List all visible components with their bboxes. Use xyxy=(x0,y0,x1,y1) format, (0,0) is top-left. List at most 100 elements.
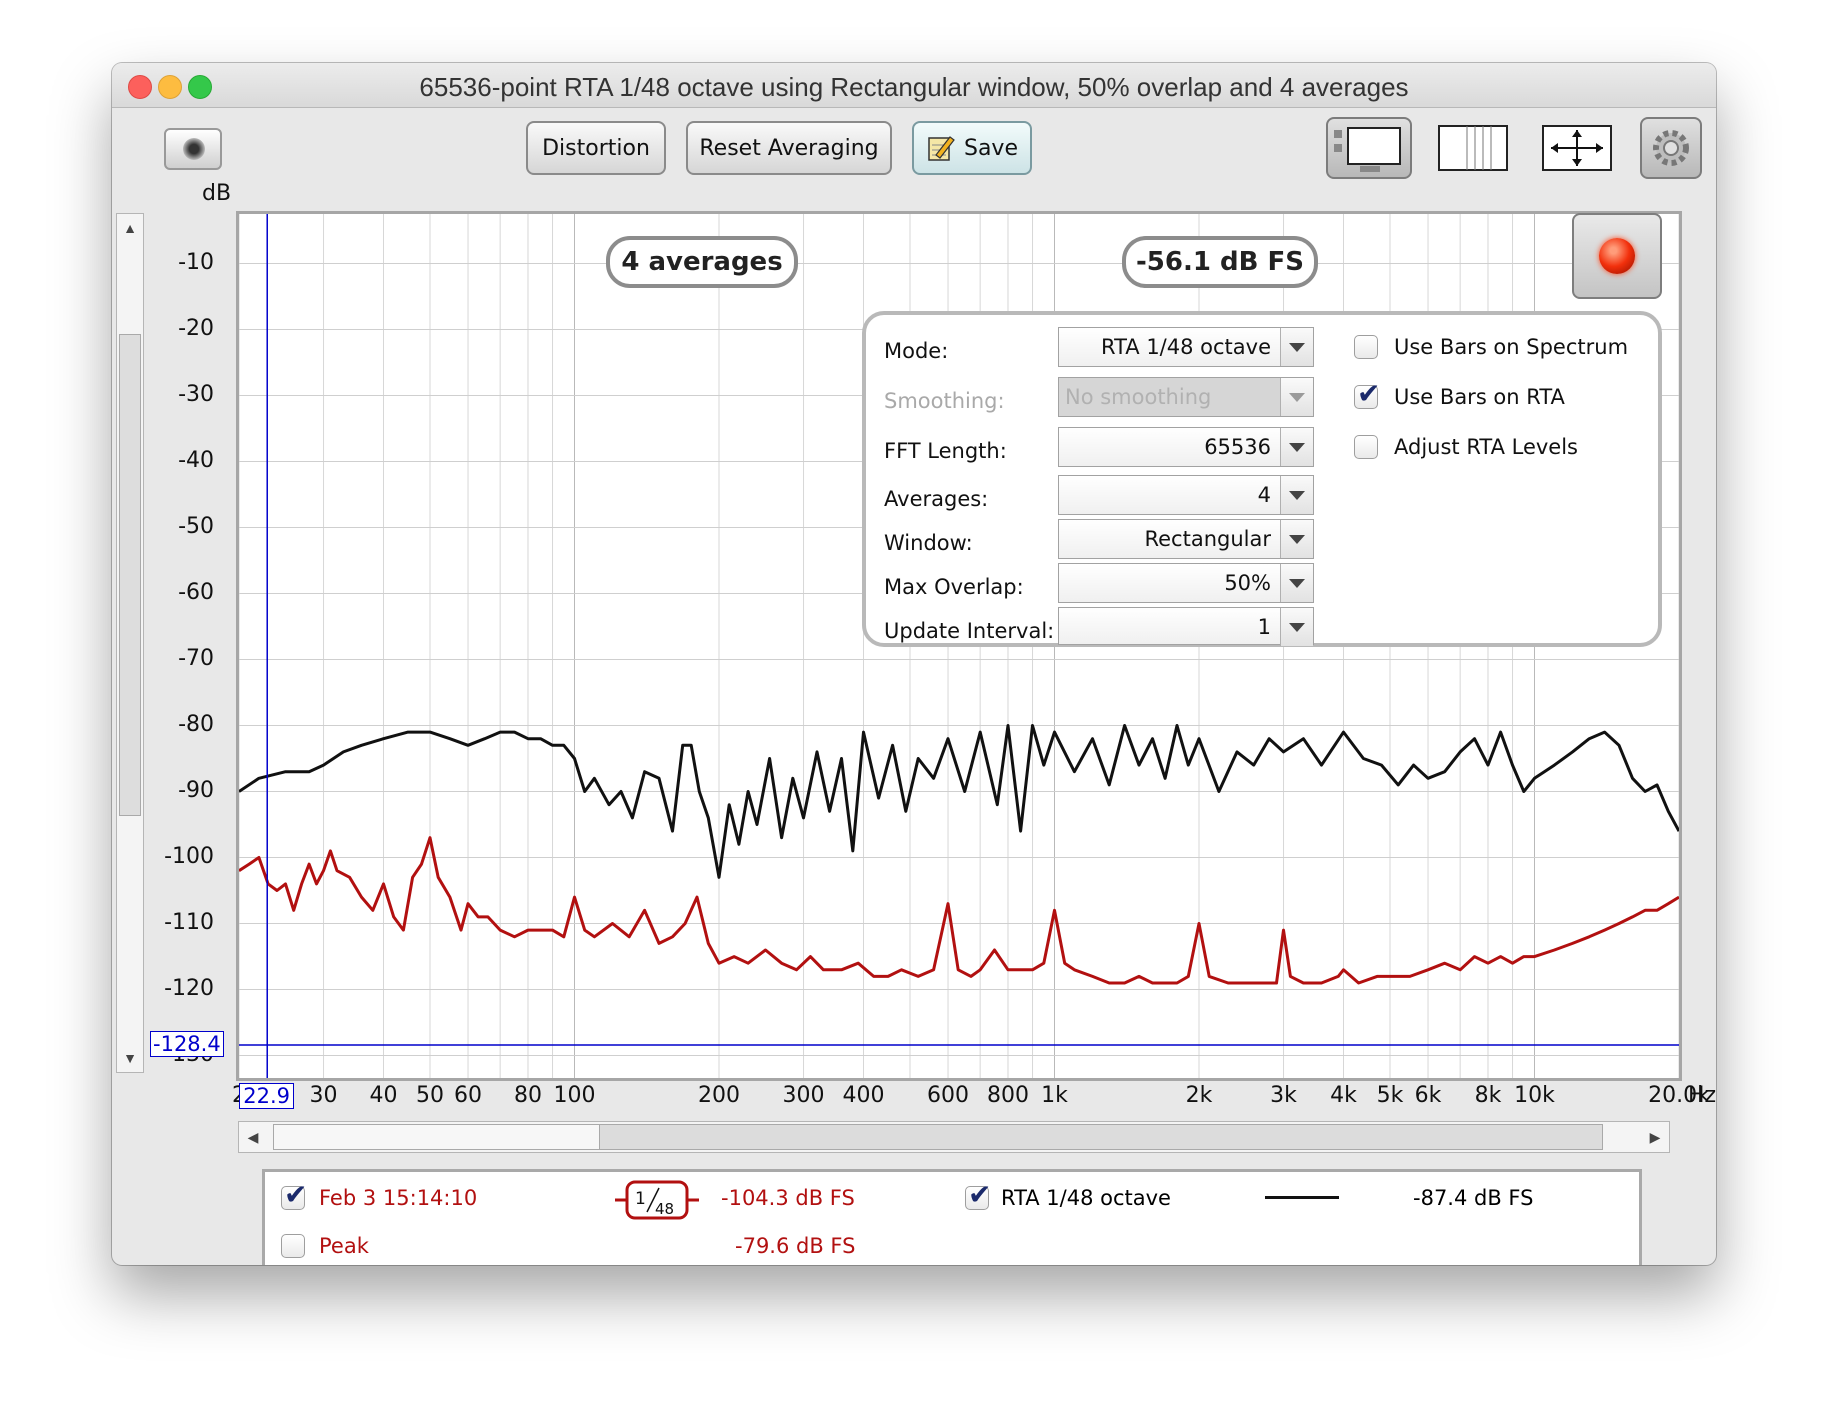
move-arrows-icon[interactable] xyxy=(1540,117,1614,179)
vertical-scrollbar[interactable]: ▲ ▼ xyxy=(116,213,144,1073)
distortion-button[interactable]: Distortion xyxy=(526,121,666,175)
y-tick-label: -70 xyxy=(178,645,214,671)
x-tick-label: 50 xyxy=(416,1083,444,1108)
lens-icon xyxy=(183,138,205,160)
y-tick-label: -50 xyxy=(178,513,214,539)
x-tick-label: 8k xyxy=(1474,1083,1502,1108)
fft-length-select[interactable]: 65536 xyxy=(1058,427,1314,467)
max-overlap-label: Max Overlap: xyxy=(884,575,1024,599)
horizontal-scroll-thumb[interactable] xyxy=(599,1124,1603,1150)
averages-select[interactable]: 4 xyxy=(1058,475,1314,515)
legend-peak-checkbox[interactable] xyxy=(281,1234,305,1258)
scroll-left-arrow-icon[interactable]: ◀ xyxy=(239,1122,267,1152)
x-tick-label: 20.0k xyxy=(1648,1083,1710,1108)
chevron-down-icon xyxy=(1280,564,1313,602)
window-select[interactable]: Rectangular xyxy=(1058,519,1314,559)
horizontal-scrollbar[interactable]: ◀ ▶ xyxy=(238,1121,1670,1153)
y-tick-label: -90 xyxy=(178,777,214,803)
measurement-series-line xyxy=(239,836,1679,985)
legend-rta-checkbox[interactable] xyxy=(965,1178,991,1211)
record-led-icon xyxy=(1599,238,1635,274)
columns-icon[interactable] xyxy=(1436,117,1510,179)
y-tick-label: -20 xyxy=(178,315,214,341)
smoothing-label: Smoothing: xyxy=(884,389,1005,413)
use-bars-spectrum-checkbox[interactable] xyxy=(1354,335,1378,359)
y-tick-label: -100 xyxy=(164,843,214,869)
fft-length-value: 65536 xyxy=(1204,435,1271,459)
title-bar: 65536-point RTA 1/48 octave using Rectan… xyxy=(112,63,1716,108)
legend-peak-name[interactable]: Peak xyxy=(319,1234,369,1258)
save-button[interactable]: Save xyxy=(912,121,1032,175)
adjust-rta-levels-checkbox[interactable] xyxy=(1354,435,1378,459)
x-tick-label: 80 xyxy=(513,1083,542,1108)
smoothing-value: No smoothing xyxy=(1065,385,1212,409)
legend-measurement-name[interactable]: Feb 3 15:14:10 xyxy=(319,1186,477,1210)
smoothing-select: No smoothing xyxy=(1058,377,1314,417)
smoothing-badge: 1 48 xyxy=(615,1180,699,1220)
horizontal-scroll-track xyxy=(273,1124,603,1150)
averages-value: 4 xyxy=(1257,483,1271,507)
record-button[interactable] xyxy=(1572,213,1662,299)
x-tick-label: 4k xyxy=(1330,1083,1357,1108)
chevron-down-icon xyxy=(1280,608,1313,646)
scroll-up-arrow-icon[interactable]: ▲ xyxy=(117,214,143,242)
settings-panel: Mode: RTA 1/48 octave Smoothing: No smoo… xyxy=(862,311,1662,647)
x-tick-label: 5k xyxy=(1376,1083,1404,1108)
scroll-right-arrow-icon[interactable]: ▶ xyxy=(1641,1122,1669,1152)
legend-rta-value: -87.4 dB FS xyxy=(1413,1186,1534,1210)
x-tick-label: 30 xyxy=(309,1083,338,1108)
x-tick-label: 100 xyxy=(553,1083,596,1108)
window-title: 65536-point RTA 1/48 octave using Rectan… xyxy=(419,72,1409,102)
x-tick-label: 6k xyxy=(1414,1083,1442,1108)
max-overlap-select[interactable]: 50% xyxy=(1058,563,1314,603)
use-bars-spectrum-label: Use Bars on Spectrum xyxy=(1394,335,1629,359)
legend-measurement-value: -104.3 dB FS xyxy=(721,1186,855,1210)
y-tick-label: -10 xyxy=(178,249,214,275)
y-tick-label: -80 xyxy=(178,711,214,737)
x-tick-label: 400 xyxy=(842,1083,885,1108)
reset-averaging-button[interactable]: Reset Averaging xyxy=(686,121,892,175)
adjust-rta-levels-label: Adjust RTA Levels xyxy=(1394,435,1578,459)
x-tick-label: 600 xyxy=(927,1083,970,1108)
legend-measurement-checkbox[interactable] xyxy=(281,1178,307,1211)
save-button-label: Save xyxy=(963,135,1018,161)
fft-length-label: FFT Length: xyxy=(884,439,1007,463)
graph-limits-icon[interactable] xyxy=(1326,117,1412,179)
x-tick-label: 10k xyxy=(1514,1083,1555,1108)
gear-icon[interactable] xyxy=(1640,117,1702,179)
legend-rta-name[interactable]: RTA 1/48 octave xyxy=(1001,1186,1171,1210)
mode-select[interactable]: RTA 1/48 octave xyxy=(1058,327,1314,367)
y-tick-label: -120 xyxy=(164,975,214,1001)
window-value: Rectangular xyxy=(1144,527,1271,551)
update-interval-select[interactable]: 1 xyxy=(1058,607,1314,646)
y-axis-unit: dB xyxy=(202,181,232,206)
mode-value: RTA 1/48 octave xyxy=(1101,335,1271,359)
x-tick-label: 300 xyxy=(782,1083,825,1108)
camera-icon[interactable] xyxy=(164,128,222,170)
x-tick-label: 800 xyxy=(986,1083,1029,1108)
y-tick-label: -30 xyxy=(178,381,214,407)
use-bars-rta-label: Use Bars on RTA xyxy=(1394,385,1565,409)
mode-label: Mode: xyxy=(884,339,949,363)
update-interval-value: 1 xyxy=(1257,615,1271,639)
chevron-down-icon xyxy=(1280,428,1313,466)
use-bars-rta-checkbox[interactable] xyxy=(1354,377,1380,410)
cursor-x-readout: 22.9 xyxy=(239,1083,294,1109)
update-interval-label: Update Interval: xyxy=(884,619,1055,643)
legend-peak-value: -79.6 dB FS xyxy=(735,1234,856,1258)
chevron-down-icon xyxy=(1280,520,1313,558)
app-window: 65536-point RTA 1/48 octave using Rectan… xyxy=(112,63,1716,1265)
smoothing-badge-denominator: 48 xyxy=(655,1200,674,1218)
legend-rta-line-swatch xyxy=(1265,1196,1339,1199)
averages-badge: 4 averages xyxy=(606,236,798,288)
x-tick-label: 2k xyxy=(1185,1083,1213,1108)
chevron-down-icon xyxy=(1280,328,1313,366)
smoothing-badge-numerator: 1 xyxy=(635,1189,646,1209)
x-tick-label: 200 xyxy=(698,1083,740,1108)
level-badge: -56.1 dB FS xyxy=(1122,236,1318,288)
cursor-y-readout: -128.4 xyxy=(150,1030,224,1057)
pencil-notepad-icon xyxy=(928,136,955,161)
averages-label: Averages: xyxy=(884,487,989,511)
rta-series-line xyxy=(239,724,1679,879)
max-overlap-value: 50% xyxy=(1224,571,1271,595)
